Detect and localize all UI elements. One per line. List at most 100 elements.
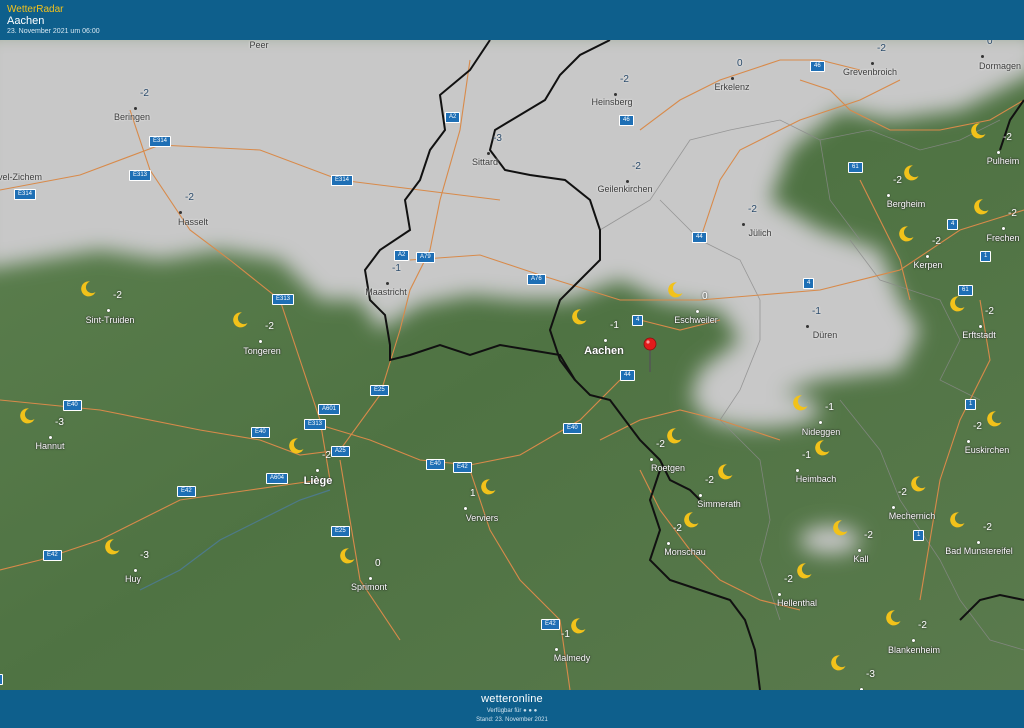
temperature-value: -3 <box>866 669 875 680</box>
road-badge: 46 <box>619 115 634 126</box>
road-badge: E25 <box>370 385 389 396</box>
temperature-value: -2 <box>983 522 992 533</box>
temperature-value: -2 <box>748 204 757 215</box>
temperature-value: 0 <box>987 40 993 47</box>
city-dot <box>696 310 699 313</box>
road-badge: 4 <box>947 219 959 230</box>
temperature-value: -2 <box>673 523 682 534</box>
city-dot <box>386 282 389 285</box>
moon-icon <box>969 122 987 140</box>
road-badge: A25 <box>331 446 350 457</box>
city-dot <box>369 577 372 580</box>
city-dot <box>806 325 809 328</box>
city-dot <box>981 55 984 58</box>
temperature-value: 0 <box>737 58 743 69</box>
city-label-sprimont: Sprimont <box>350 582 388 592</box>
road-badge: 4 <box>632 315 644 326</box>
city-dot <box>742 223 745 226</box>
city-dot <box>464 507 467 510</box>
temperature-value: 0 <box>375 558 381 569</box>
moon-icon <box>884 609 902 627</box>
app-footer: wetteronline Verfügbar für ● ● ● Stand: … <box>0 690 1024 728</box>
moon-icon <box>791 394 809 412</box>
city-dot <box>796 469 799 472</box>
city-dot <box>979 325 982 328</box>
temperature-value: -1 <box>812 306 821 317</box>
radar-map[interactable]: Peer Beringen -2 Hasselt -2 vel-Zichem Sittard… <box>0 40 1024 690</box>
city-label-heimbach: Heimbach <box>795 474 837 484</box>
temperature-value: -1 <box>610 320 619 331</box>
moon-icon <box>909 475 927 493</box>
temperature-value: -2 <box>973 421 982 432</box>
city-label-kerpen: Kerpen <box>913 260 943 270</box>
moon-icon <box>897 225 915 243</box>
road-badge: 1 <box>913 530 925 541</box>
temperature-value: -2 <box>864 530 873 541</box>
road-badge: E313 <box>272 294 295 305</box>
city-dot <box>134 569 137 572</box>
city-label-vel-zichem: vel-Zichem <box>0 172 43 182</box>
road-badge: E40 <box>251 427 270 438</box>
temperature-value: -2 <box>877 43 886 54</box>
city-dot <box>555 648 558 651</box>
road-badge: E313 <box>129 170 152 181</box>
app-title: WetterRadar <box>7 4 64 15</box>
city-label-eschweiler: Eschweiler <box>674 315 718 325</box>
city-label-geilenkirchen: Geilenkirchen <box>597 184 653 194</box>
road-badge: 4 <box>803 278 815 289</box>
city-label-j-lich: Jülich <box>748 228 772 238</box>
road-badge: E42 <box>177 486 196 497</box>
moon-icon <box>985 410 1003 428</box>
road-badge: E313 <box>304 419 327 430</box>
moon-icon <box>665 427 683 445</box>
city-label-verviers: Verviers <box>465 513 499 523</box>
moon-icon <box>716 463 734 481</box>
city-dot <box>316 469 319 472</box>
temperature-value: 1 <box>470 488 476 499</box>
city-dot <box>926 255 929 258</box>
temperature-value: -2 <box>656 439 665 450</box>
city-label-sint-truiden: Sint-Truiden <box>85 315 135 325</box>
city-label-hellenthal: Hellenthal <box>776 598 818 608</box>
city-label-roetgen: Roetgen <box>650 463 686 473</box>
temperature-value: -2 <box>1003 132 1012 143</box>
moon-icon <box>948 511 966 529</box>
road-badge: 1 <box>965 399 977 410</box>
road-badge: 46 <box>810 61 825 72</box>
city-label-frechen: Frechen <box>986 233 1020 243</box>
moon-icon <box>79 280 97 298</box>
temperature-value: -1 <box>802 450 811 461</box>
road-badge: A604 <box>266 473 289 484</box>
city-label-pulheim: Pulheim <box>986 156 1020 166</box>
city-dot <box>977 541 980 544</box>
city-label-huy: Huy <box>124 574 142 584</box>
platform-icons: ● ● ● <box>523 708 538 714</box>
temperature-value: -2 <box>932 236 941 247</box>
moon-icon <box>569 617 587 635</box>
city-dot <box>778 593 781 596</box>
city-label-simmerath: Simmerath <box>697 499 741 509</box>
availability-text: Verfügbar für ● ● ● <box>0 708 1024 714</box>
city-dot <box>731 77 734 80</box>
moon-icon <box>18 407 36 425</box>
temperature-value: -2 <box>322 450 331 461</box>
road-badge: E314 <box>149 136 172 147</box>
city-dot <box>134 107 137 110</box>
city-label-beringen: Beringen <box>113 112 151 122</box>
forecast-date: 23. November 2021 um 06:00 <box>7 28 100 35</box>
app-header: WetterRadar Aachen 23. November 2021 um … <box>0 0 1024 40</box>
temperature-value: -2 <box>898 487 907 498</box>
city-label-euskirchen: Euskirchen <box>964 445 1010 455</box>
road-badge: E40 <box>563 423 582 434</box>
temperature-value: -2 <box>265 321 274 332</box>
road-badge: E25 <box>331 526 350 537</box>
city-dot <box>650 458 653 461</box>
road-badge: E314 <box>331 175 354 186</box>
temperature-value: -2 <box>1008 208 1017 219</box>
road-badge: E314 <box>14 189 37 200</box>
moon-icon <box>231 311 249 329</box>
city-dot <box>259 340 262 343</box>
city-dot <box>614 93 617 96</box>
location-title: Aachen <box>7 15 45 27</box>
availability-label: Verfügbar für <box>486 708 522 714</box>
